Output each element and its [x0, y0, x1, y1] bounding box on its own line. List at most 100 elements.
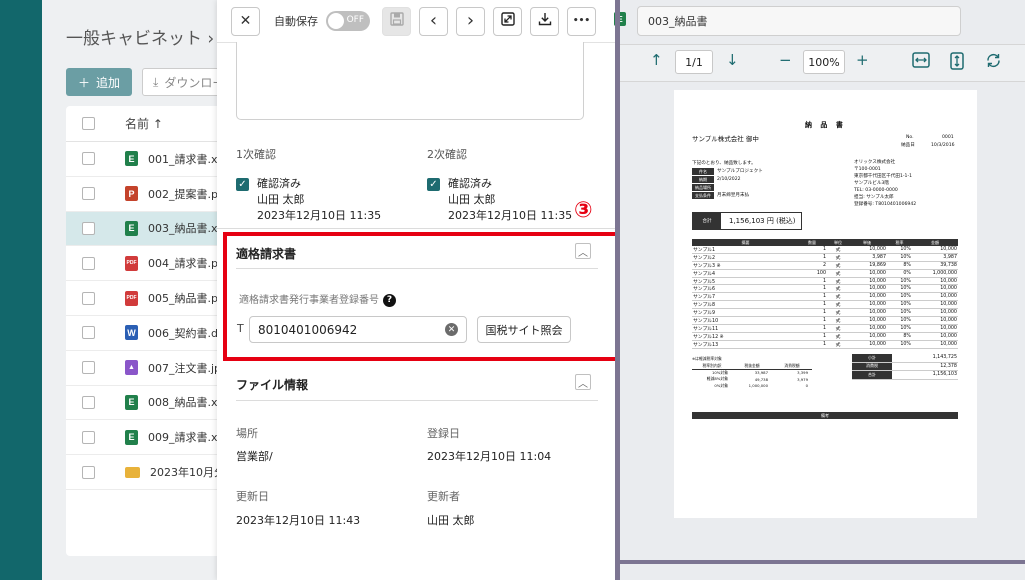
issuer-line: 〒100-0001 [854, 167, 881, 172]
table-cell: 1,000,000 [932, 270, 957, 276]
tax-cell: 10%対象 [711, 369, 728, 375]
registered-value: 2023年12月10日 11:04 [427, 450, 552, 463]
prev-button[interactable]: ‹ [419, 6, 448, 36]
table-cell: 1 [822, 310, 826, 316]
file-row[interactable]: E 009_請求書.xlsx [66, 420, 236, 456]
file-row[interactable]: E 003_納品書.xlsx [66, 211, 236, 247]
total-label: 合計 [693, 213, 721, 229]
row-checkbox[interactable] [82, 465, 95, 479]
annotation-number: ③ [574, 198, 593, 223]
file-row[interactable]: E 001_請求書.xlsx [66, 142, 236, 177]
file-row[interactable]: P 002_提案書.pptx [66, 177, 236, 212]
row-checkbox[interactable] [82, 430, 95, 444]
table-cell: 10% [900, 294, 911, 300]
tax-cell: 軽減8%対象 [706, 376, 728, 382]
table-cell: 1 [822, 254, 826, 260]
page-up-icon[interactable]: ↑ [650, 51, 663, 69]
table-header: 名前 ↑ [66, 106, 236, 142]
issuer-line: 登録番号: T8010401006942 [854, 202, 917, 207]
file-row[interactable]: PDF 004_請求書.pdf [66, 246, 236, 282]
table-cell: 3,987 [943, 254, 957, 260]
rotate-icon[interactable] [985, 52, 1002, 73]
totals-block: 小計 1,143,725 消費税 12,378 合計 1,156,103 [852, 354, 958, 380]
subtotal-value: 1,143,725 [932, 355, 957, 361]
more-button[interactable]: ••• [567, 6, 596, 36]
location-label: 場所 [236, 427, 258, 440]
table-cell: 10,000 [869, 278, 886, 284]
table-cell: サンプル2 [693, 255, 716, 261]
column-name-header[interactable]: 名前 ↑ [125, 115, 163, 132]
file-info-collapse-button[interactable]: ︿ [575, 374, 591, 390]
fit-height-icon[interactable] [950, 52, 964, 74]
table-cell: 10,000 [940, 294, 957, 300]
table-row: サンプル9 1 式 10,000 10% 10,000 [692, 309, 958, 318]
doc-date-value: 10/3/2016 [931, 143, 955, 148]
document-recipient: サンプル株式会社 御中 [692, 135, 759, 143]
file-row[interactable]: E 008_納品書.xlsx [66, 386, 236, 421]
select-all-checkbox[interactable] [82, 117, 95, 130]
row-checkbox[interactable] [82, 395, 95, 409]
row-checkbox[interactable] [82, 187, 95, 201]
tax-column-header: 税率別内訳 [702, 362, 722, 368]
close-button[interactable]: ✕ [231, 6, 260, 36]
comment-textarea[interactable] [236, 42, 584, 120]
table-cell: 10,000 [940, 310, 957, 316]
zoom-out-icon[interactable]: − [779, 51, 792, 69]
table-cell: 3,987 [872, 254, 886, 260]
breadcrumb[interactable]: 一般キャビネット › [66, 24, 214, 49]
deadline-label: 納期 [692, 176, 714, 183]
zoom-in-icon[interactable]: + [856, 51, 869, 69]
row-checkbox[interactable] [82, 152, 95, 166]
add-button[interactable]: ＋追加 [66, 68, 132, 96]
table-cell: 10,000 [940, 325, 957, 331]
table-cell: 10% [900, 325, 911, 331]
items-column-header: 単価 [863, 239, 871, 245]
page-indicator[interactable]: 1/1 [675, 50, 713, 74]
table-cell: サンプル11 [693, 326, 719, 332]
table-cell: 1 [822, 246, 826, 252]
tax-row: 0%対象 1,000,000 0 [692, 383, 812, 390]
file-row[interactable]: 2023年10月分 [66, 455, 236, 490]
row-checkbox[interactable] [82, 291, 95, 305]
next-button[interactable]: › [456, 6, 485, 36]
items-column-header: 摘要 [741, 239, 750, 245]
row-checkbox[interactable] [82, 256, 95, 270]
fit-width-icon[interactable] [912, 52, 930, 72]
row-checkbox[interactable] [82, 326, 95, 340]
confirmed-checkbox[interactable]: ✓ [427, 178, 440, 191]
table-cell: 10% [900, 302, 911, 308]
grand-total-label: 合計 [852, 371, 892, 379]
chevron-left-icon: ‹ [429, 10, 438, 31]
table-cell: 19,869 [869, 262, 886, 268]
table-row: サンプル13 1 式 10,000 10% 10,000 [692, 341, 958, 349]
table-cell: 1 [822, 294, 826, 300]
table-cell: 式 [835, 295, 841, 301]
table-cell: 10% [900, 286, 911, 292]
table-cell: 式 [835, 311, 841, 317]
folder-icon [125, 466, 140, 478]
image-file-icon: ▲ [125, 360, 138, 376]
page-down-icon[interactable]: ↓ [726, 51, 739, 69]
place-label: 納品場所 [692, 184, 714, 191]
table-cell: 10,000 [869, 333, 886, 339]
table-cell: 100 [816, 270, 826, 276]
file-row[interactable]: ▲ 007_注文書.jpg [66, 351, 236, 386]
table-cell: 8% [903, 333, 911, 339]
save-button[interactable] [382, 6, 411, 36]
more-icon: ••• [572, 16, 591, 26]
zoom-level[interactable]: 100% [803, 50, 845, 74]
updater-value: 山田 太郎 [427, 514, 475, 527]
preview-frame-bottom [620, 560, 1025, 564]
expand-button[interactable] [493, 6, 522, 36]
autosave-toggle[interactable]: OFF [326, 11, 370, 31]
confirmed-checkbox[interactable]: ✓ [236, 178, 249, 191]
preview-frame-left [615, 0, 620, 580]
file-row[interactable]: PDF 005_納品書.pdf [66, 281, 236, 316]
file-row[interactable]: W 006_契約書.docx [66, 316, 236, 351]
table-cell: 10,000 [940, 333, 957, 339]
row-checkbox[interactable] [82, 221, 95, 235]
doc-intro: 下記のとおり、納品致します。 [692, 161, 756, 166]
row-checkbox[interactable] [82, 361, 95, 375]
word-file-icon: W [125, 325, 138, 341]
download-file-button[interactable] [530, 6, 559, 36]
